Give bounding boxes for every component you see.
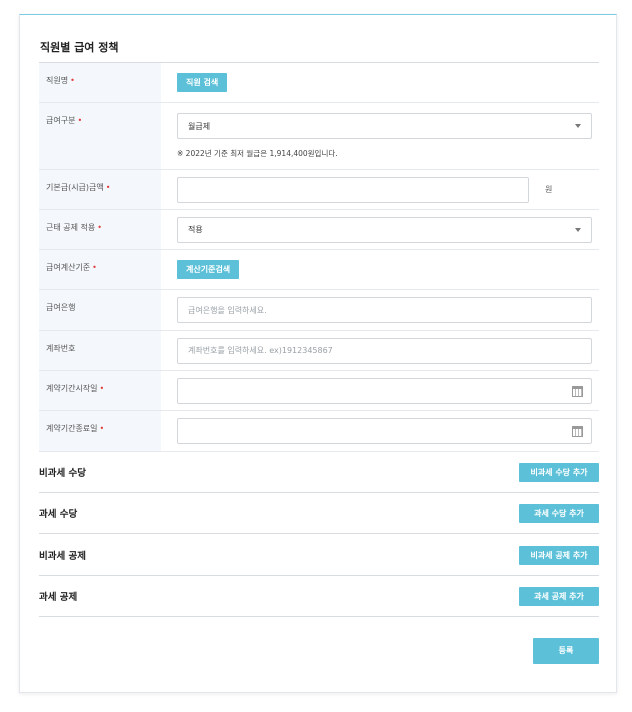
page-title: 직원별 급여 정책 bbox=[40, 41, 119, 54]
contract-end-date-input[interactable] bbox=[177, 418, 592, 444]
chevron-down-icon bbox=[575, 124, 581, 128]
pay-type-value: 월급제 bbox=[188, 121, 211, 131]
pay-type-label: 급여구분 • bbox=[39, 103, 161, 169]
base-pay-input[interactable] bbox=[177, 176, 529, 203]
contract-start-label: 계약기간시작일 • bbox=[39, 371, 161, 410]
row-pay-type: 급여구분 • 월급제 ※ 2022년 기준 최저 월급은 1,914,400원입니… bbox=[39, 103, 599, 170]
section-nontax-allowance: 비과세 수당 비과세 수당 추가 bbox=[39, 452, 599, 493]
add-nontax-deduction-button[interactable]: 비과세 공제 추가 bbox=[519, 545, 599, 565]
row-account: 계좌번호 계좌번호를 입력하세요. ex)1912345867 bbox=[39, 331, 599, 371]
account-label: 계좌번호 bbox=[39, 331, 161, 370]
min-wage-note: ※ 2022년 기준 최저 월급은 1,914,400원입니다. bbox=[177, 149, 338, 158]
section-nontax-deduction: 비과세 공제 비과세 공제 추가 bbox=[39, 535, 599, 576]
submit-button[interactable]: 등록 bbox=[533, 638, 599, 664]
bank-label: 급여은행 bbox=[39, 290, 161, 330]
chevron-down-icon bbox=[575, 227, 581, 232]
currency-unit: 원 bbox=[545, 185, 553, 194]
pay-basis-search-button[interactable]: 계산기준검색 bbox=[177, 260, 240, 279]
row-attendance: 근태 공제 적용 • 적용 bbox=[39, 210, 599, 250]
base-pay-label: 기본급(시급)금액 • bbox=[39, 170, 161, 209]
contract-start-date-input[interactable] bbox=[177, 377, 592, 404]
section-title: 과세 공제 bbox=[39, 592, 78, 603]
policy-form: 직원명 • 직원 검색 급여구분 • 월급제 ※ 2022년 기준 최저 월급은 1… bbox=[39, 62, 599, 452]
employee-search-button[interactable]: 직원 검색 bbox=[177, 73, 228, 92]
pay-basis-label: 급여계산기준 • bbox=[39, 250, 161, 289]
contract-end-label: 계약기간종료일 • bbox=[39, 411, 161, 451]
row-employee: 직원명 • 직원 검색 bbox=[39, 63, 599, 103]
employee-label: 직원명 • bbox=[39, 63, 161, 102]
section-title: 비과세 공제 bbox=[39, 551, 87, 562]
row-bank: 급여은행 급여은행을 입력하세요. bbox=[39, 290, 599, 331]
bank-input[interactable]: 급여은행을 입력하세요. bbox=[177, 297, 592, 323]
add-tax-allowance-button[interactable]: 과세 수당 추가 bbox=[519, 503, 599, 523]
section-tax-allowance: 과세 수당 과세 수당 추가 bbox=[39, 493, 599, 534]
row-base-pay: 기본급(시급)금액 • 원 bbox=[39, 170, 599, 210]
attendance-value: 적용 bbox=[188, 225, 203, 234]
account-input[interactable]: 계좌번호를 입력하세요. ex)1912345867 bbox=[177, 337, 592, 364]
attendance-select[interactable]: 적용 bbox=[177, 216, 592, 243]
row-pay-basis: 급여계산기준 • 계산기준검색 bbox=[39, 250, 599, 290]
add-tax-deduction-button[interactable]: 과세 공제 추가 bbox=[519, 586, 599, 606]
policy-card: 직원별 급여 정책 직원명 • 직원 검색 급여구분 • 월급제 ※ 2022년 기… bbox=[19, 14, 617, 693]
row-contract-end: 계약기간종료일 • bbox=[39, 411, 599, 452]
section-tax-deduction: 과세 공제 과세 공제 추가 bbox=[39, 576, 599, 617]
section-title: 과세 수당 bbox=[39, 509, 78, 520]
attendance-label: 근태 공제 적용 • bbox=[39, 210, 161, 249]
row-contract-start: 계약기간시작일 • bbox=[39, 371, 599, 411]
section-title: 비과세 수당 bbox=[39, 468, 87, 479]
pay-type-select[interactable]: 월급제 bbox=[177, 113, 592, 139]
calendar-icon[interactable] bbox=[572, 385, 583, 397]
calendar-icon[interactable] bbox=[572, 426, 583, 437]
add-nontax-allowance-button[interactable]: 비과세 수당 추가 bbox=[519, 462, 599, 482]
